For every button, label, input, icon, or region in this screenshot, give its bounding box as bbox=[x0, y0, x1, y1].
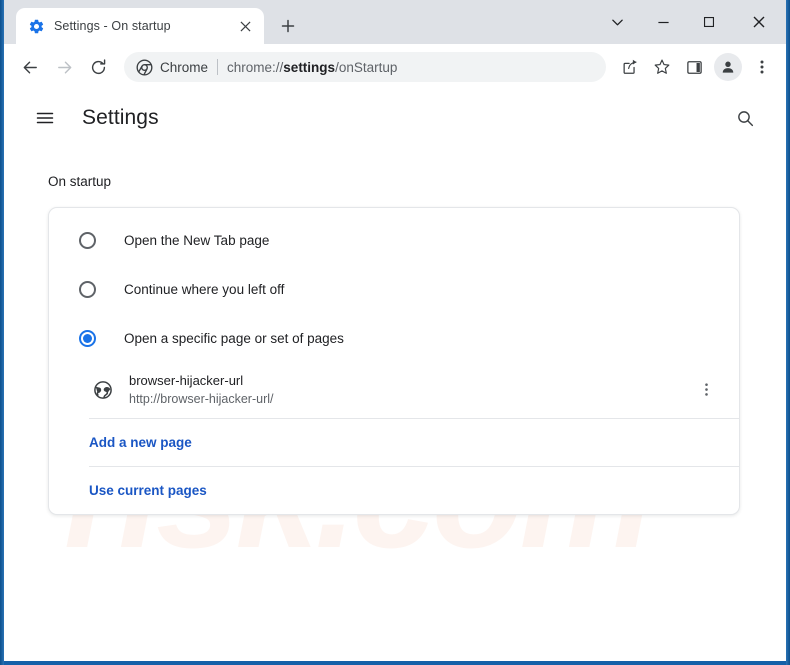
close-icon[interactable] bbox=[234, 15, 256, 37]
page-title: Settings bbox=[82, 106, 159, 129]
startup-page-row: browser-hijacker-url http://browser-hija… bbox=[49, 363, 739, 418]
chrome-logo-icon bbox=[136, 59, 153, 75]
settings-header: Settings bbox=[4, 90, 786, 146]
radio-option-new-tab[interactable]: Open the New Tab page bbox=[49, 216, 739, 265]
side-panel-icon bbox=[686, 60, 702, 74]
url-prefix: chrome:// bbox=[227, 59, 284, 75]
close-window-button[interactable] bbox=[732, 3, 786, 41]
three-dots-vertical-icon bbox=[704, 383, 708, 396]
arrow-right-icon bbox=[57, 61, 71, 73]
share-button[interactable] bbox=[614, 51, 646, 83]
tab-search-button[interactable] bbox=[594, 3, 640, 41]
profile-button[interactable] bbox=[714, 53, 742, 81]
radio-label: Continue where you left off bbox=[124, 282, 285, 297]
chrome-chip-label: Chrome bbox=[160, 59, 209, 75]
maximize-button[interactable] bbox=[686, 3, 732, 41]
address-bar[interactable]: Chrome chrome://settings/onStartup bbox=[124, 52, 606, 82]
use-current-pages-link[interactable]: Use current pages bbox=[89, 483, 207, 498]
window-controls bbox=[594, 0, 786, 44]
radio-label: Open the New Tab page bbox=[124, 233, 270, 248]
minimize-icon bbox=[657, 21, 669, 23]
reload-button[interactable] bbox=[82, 51, 114, 83]
main-menu-button[interactable] bbox=[26, 99, 64, 137]
chrome-menu-button[interactable] bbox=[746, 51, 778, 83]
share-icon bbox=[623, 59, 637, 74]
omnibox-divider bbox=[217, 59, 219, 75]
radio-button-unselected[interactable] bbox=[79, 232, 96, 249]
settings-page: PC risk.com Settings On startup Open the… bbox=[4, 90, 786, 661]
chevron-down-icon bbox=[611, 19, 623, 25]
close-icon bbox=[753, 16, 765, 28]
add-new-page-link[interactable]: Add a new page bbox=[89, 435, 192, 450]
arrow-left-icon bbox=[23, 61, 37, 73]
address-bar-url: chrome://settings/onStartup bbox=[227, 60, 397, 75]
toolbar-actions bbox=[614, 51, 778, 83]
startup-page-text: browser-hijacker-url http://browser-hija… bbox=[129, 373, 675, 406]
url-bold: settings bbox=[283, 59, 336, 75]
radio-label: Open a specific page or set of pages bbox=[124, 331, 344, 346]
maximize-icon bbox=[703, 16, 715, 28]
section-title: On startup bbox=[48, 174, 112, 189]
bookmark-button[interactable] bbox=[646, 51, 678, 83]
minimize-button[interactable] bbox=[640, 3, 686, 41]
radio-option-specific-page[interactable]: Open a specific page or set of pages bbox=[49, 314, 739, 363]
avatar-icon bbox=[722, 61, 734, 73]
on-startup-card: Open the New Tab page Continue where you… bbox=[48, 207, 740, 515]
new-tab-button[interactable] bbox=[273, 11, 303, 41]
radio-option-continue[interactable]: Continue where you left off bbox=[49, 265, 739, 314]
back-button[interactable] bbox=[14, 51, 46, 83]
settings-search-button[interactable] bbox=[726, 99, 764, 137]
search-icon bbox=[737, 110, 753, 126]
star-icon bbox=[654, 59, 670, 74]
radio-button-unselected[interactable] bbox=[79, 281, 96, 298]
three-dots-vertical-icon bbox=[760, 60, 764, 74]
startup-page-name: browser-hijacker-url bbox=[129, 373, 244, 388]
globe-icon bbox=[94, 380, 112, 399]
reload-icon bbox=[91, 58, 105, 74]
startup-page-menu-button[interactable] bbox=[691, 375, 721, 405]
browser-tab[interactable]: Settings - On startup bbox=[16, 8, 264, 44]
url-suffix: /onStartup bbox=[335, 59, 398, 75]
side-panel-button[interactable] bbox=[678, 51, 710, 83]
chrome-chip: Chrome bbox=[136, 59, 208, 76]
settings-gear-icon bbox=[29, 19, 44, 33]
tab-title: Settings - On startup bbox=[54, 19, 171, 33]
add-new-page-row[interactable]: Add a new page bbox=[49, 419, 739, 466]
use-current-pages-row[interactable]: Use current pages bbox=[49, 467, 739, 514]
radio-button-selected[interactable] bbox=[79, 330, 96, 347]
hamburger-icon bbox=[36, 112, 54, 124]
tab-strip: Settings - On startup bbox=[4, 0, 786, 44]
forward-button bbox=[48, 51, 80, 83]
browser-toolbar: Chrome chrome://settings/onStartup bbox=[4, 44, 786, 90]
startup-page-url: http://browser-hijacker-url/ bbox=[129, 392, 274, 406]
plus-icon bbox=[281, 19, 295, 33]
browser-window: Settings - On startup Chrome chrome://se… bbox=[0, 0, 790, 665]
